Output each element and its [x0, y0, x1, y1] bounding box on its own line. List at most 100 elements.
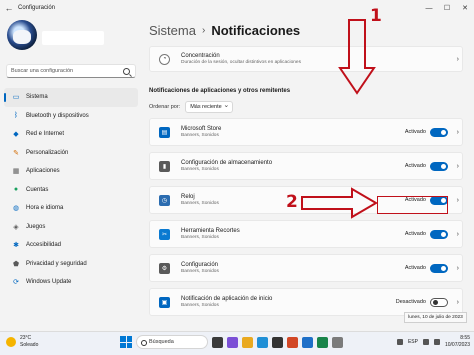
file-explorer-icon[interactable] — [242, 336, 253, 348]
notification-toggle[interactable] — [430, 127, 448, 137]
sidebar: Buscar una configuración ▭ Sistema ᛒ Blueto… — [0, 16, 143, 331]
weather-temp: 23°C — [20, 335, 32, 341]
chevron-right-icon[interactable]: › — [457, 265, 459, 272]
avatar[interactable] — [7, 20, 37, 50]
brush-icon: ✎ — [13, 149, 19, 157]
sidebar-item-aplicaciones[interactable]: ▦ Aplicaciones — [4, 162, 138, 181]
maximize-button[interactable]: ☐ — [438, 0, 456, 16]
window-controls: — ☐ ✕ — [420, 0, 474, 16]
toggle-status-label: Activado — [404, 129, 426, 135]
store-taskbar-icon[interactable] — [272, 336, 283, 348]
sidebar-item-label: Privacidad y seguridad — [26, 260, 87, 267]
focus-clock-icon: ◔ — [159, 53, 170, 65]
sidebar-item-label: Red e Internet — [26, 131, 65, 138]
annotation-number-2: 2 — [286, 192, 298, 212]
annotation-highlight-box — [377, 196, 448, 214]
chevron-up-icon[interactable] — [396, 339, 403, 345]
search-placeholder: Buscar una configuración — [11, 68, 74, 74]
sidebar-item-label: Juegos — [26, 223, 46, 230]
sidebar-nav: ▭ Sistema ᛒ Bluetooth y dispositivos ◆ Red e … — [4, 88, 138, 292]
close-button[interactable]: ✕ — [456, 0, 474, 16]
sidebar-item-label: Cuentas — [26, 186, 49, 193]
snipping-icon: ✂ — [159, 228, 170, 240]
storage-icon: ▮ — [159, 160, 170, 172]
weather-widget[interactable]: 23°C Soleado — [6, 335, 38, 349]
sort-label: Ordenar por: — [149, 104, 181, 110]
sidebar-item-personalización[interactable]: ✎ Personalización — [4, 144, 138, 163]
taskbar-apps: Búsqueda — [120, 335, 343, 349]
clock-date: 10/07/2023 — [444, 342, 470, 348]
shield-icon: ⬟ — [12, 260, 20, 268]
main-content: Sistema › Notificaciones ◔ Concentración… — [143, 16, 474, 331]
chevron-right-icon[interactable]: › — [457, 163, 459, 170]
sidebar-item-juegos[interactable]: ◈ Juegos — [4, 218, 138, 237]
section-title: Notificaciones de aplicaciones y otros r… — [149, 88, 291, 94]
app-name: Configuración — [181, 262, 219, 268]
sort-dropdown[interactable]: Más reciente — [185, 101, 234, 113]
chevron-right-icon: › — [456, 55, 459, 63]
settings-search-input[interactable]: Buscar una configuración — [6, 64, 136, 78]
taskbar-search[interactable]: Búsqueda — [136, 335, 208, 349]
startup-icon: ▣ — [159, 296, 170, 308]
sidebar-item-label: Personalización — [26, 149, 69, 156]
breadcrumb-parent[interactable]: Sistema — [149, 23, 196, 38]
bluetooth-icon: ᛒ — [13, 112, 19, 120]
app-subtitle: Banners, Sonidos — [181, 201, 219, 206]
language-indicator[interactable]: ESP — [408, 339, 418, 345]
app-subtitle: Banners, Sonidos — [181, 167, 219, 172]
notification-toggle[interactable] — [430, 297, 448, 307]
app-name: Configuración de almacenamiento — [181, 160, 273, 166]
sidebar-item-hora-e-idioma[interactable]: ◍ Hora e idioma — [4, 199, 138, 218]
teams-chat-icon[interactable] — [227, 336, 238, 348]
notification-toggle[interactable] — [430, 161, 448, 171]
word-icon[interactable] — [302, 336, 313, 348]
volume-icon[interactable] — [433, 339, 440, 345]
sidebar-item-label: Windows Update — [26, 279, 72, 286]
settings-taskbar-icon[interactable] — [332, 336, 343, 348]
app-notification-row[interactable]: ▮ Configuración de almacenamiento Banners,… — [149, 152, 463, 180]
app-notification-row[interactable]: ▤ Microsoft Store Banners, Sonidos Activado… — [149, 118, 463, 146]
toggle-status-label: Desactivado — [395, 299, 426, 305]
store-icon: ▤ — [159, 126, 170, 138]
task-view-icon[interactable] — [212, 336, 223, 348]
sidebar-item-privacidad-y-seguridad[interactable]: ⬟ Privacidad y seguridad — [4, 255, 138, 274]
focus-title: Concentración — [181, 53, 220, 59]
notification-toggle[interactable] — [430, 229, 448, 239]
start-windows-icon[interactable] — [120, 336, 132, 348]
powerpoint-icon[interactable] — [287, 336, 298, 348]
sidebar-item-windows-update[interactable]: ⟳ Windows Update — [4, 273, 138, 292]
edge-browser-icon[interactable] — [257, 336, 268, 348]
focus-card[interactable]: ◔ Concentración Duración de la sesión, o… — [149, 46, 463, 72]
chevron-right-icon[interactable]: › — [457, 231, 459, 238]
apps-icon: ▦ — [12, 168, 20, 176]
wifi-tray-icon[interactable] — [422, 339, 429, 345]
sort-row: Ordenar por: Más reciente — [149, 101, 234, 113]
sidebar-item-accesibilidad[interactable]: ✱ Accesibilidad — [4, 236, 138, 255]
minimize-button[interactable]: — — [420, 0, 438, 16]
app-notification-row[interactable]: ⚙ Configuración Banners, Sonidos Activado › — [149, 254, 463, 282]
annotation-arrow-down — [338, 19, 376, 95]
toggle-status-label: Activado — [404, 265, 426, 271]
sidebar-item-sistema[interactable]: ▭ Sistema — [4, 88, 138, 107]
monitor-icon: ▭ — [12, 94, 20, 102]
clock-icon: ◷ — [159, 194, 170, 206]
sidebar-item-bluetooth-y-dispositivos[interactable]: ᛒ Bluetooth y dispositivos — [4, 107, 138, 126]
taskbar-clock[interactable]: 8:55 10/07/2023 — [445, 335, 470, 349]
app-name: Reloj — [181, 194, 195, 200]
excel-icon[interactable] — [317, 336, 328, 348]
back-arrow-icon[interactable]: ← — [0, 0, 18, 16]
chevron-right-icon[interactable]: › — [457, 197, 459, 204]
sun-icon — [6, 337, 16, 347]
annotation-arrow-right — [301, 187, 378, 219]
sidebar-item-red-e-internet[interactable]: ◆ Red e Internet — [4, 125, 138, 144]
taskbar: 23°C Soleado Búsqueda ESP 8:55 10/07/202… — [0, 331, 474, 355]
app-subtitle: Banners, Sonidos — [181, 303, 219, 308]
chevron-right-icon[interactable]: › — [457, 299, 459, 306]
sidebar-item-cuentas[interactable]: ● Cuentas — [4, 181, 138, 200]
system-tray: ESP 8:55 10/07/2023 — [396, 335, 470, 349]
app-notification-row[interactable]: ✂ Herramienta Recortes Banners, Sonidos Act… — [149, 220, 463, 248]
gamepad-icon: ◈ — [13, 223, 19, 231]
chevron-right-icon[interactable]: › — [457, 129, 459, 136]
notification-toggle[interactable] — [430, 263, 448, 273]
app-name: Microsoft Store — [181, 126, 222, 132]
